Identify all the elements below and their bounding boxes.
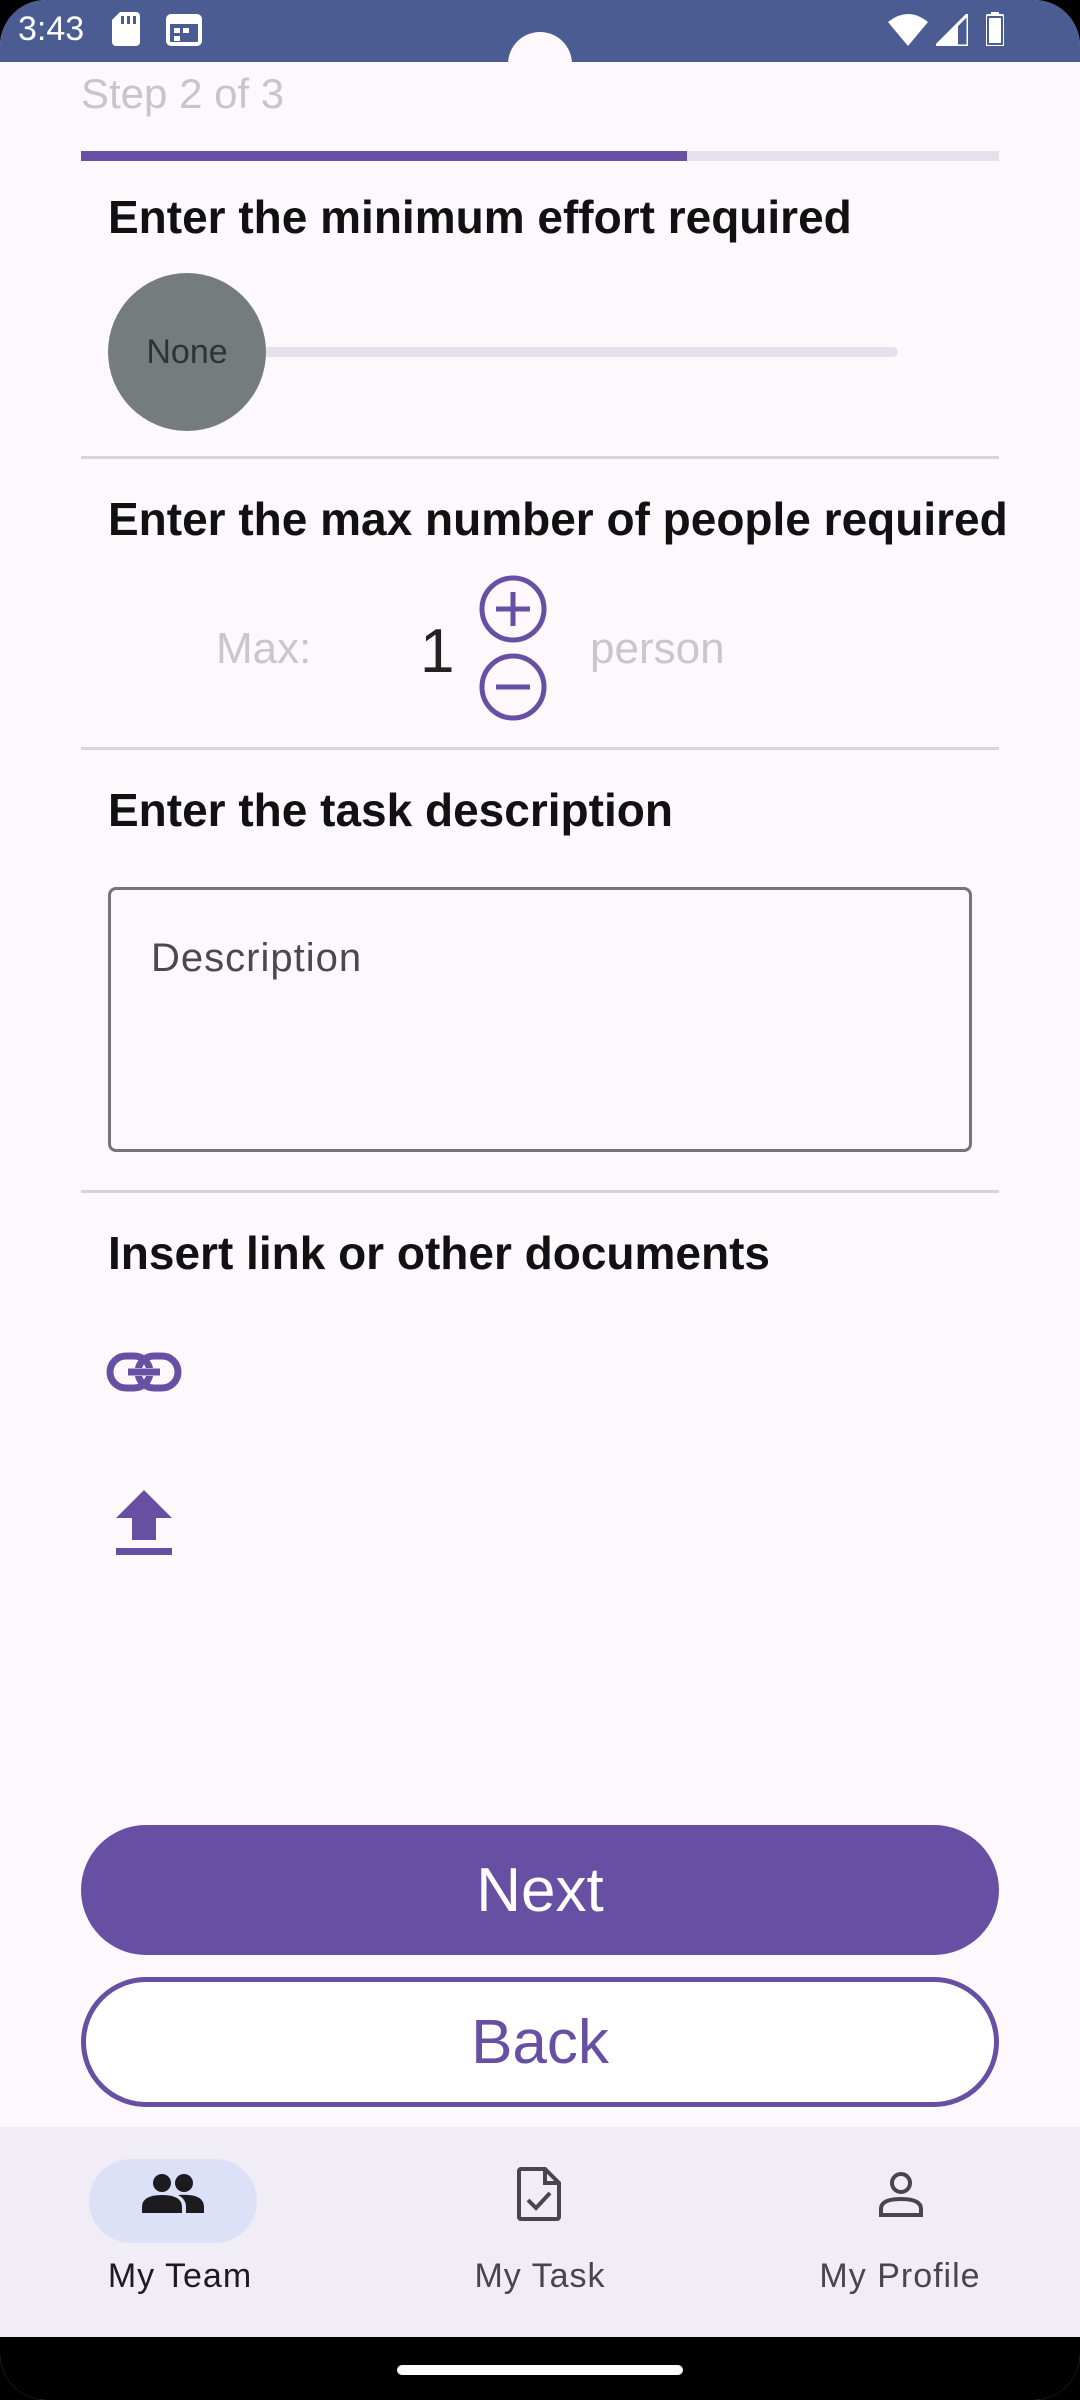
- effort-slider-thumb[interactable]: None: [108, 273, 266, 431]
- status-time: 3:43: [18, 10, 85, 48]
- nav-item-my-team[interactable]: My Team: [0, 2127, 360, 2337]
- sd-card-icon: [112, 12, 140, 46]
- nav-item-my-profile[interactable]: My Profile: [720, 2127, 1080, 2337]
- nav-label-my-task: My Task: [474, 2257, 606, 2295]
- plus-circle-icon[interactable]: [478, 574, 548, 644]
- effort-value-label: None: [146, 332, 228, 371]
- divider: [81, 1190, 999, 1193]
- wifi-icon: [888, 14, 928, 46]
- link-icon[interactable]: [106, 1352, 182, 1392]
- divider: [81, 456, 999, 459]
- next-button-label: Next: [476, 1855, 604, 1925]
- description-field[interactable]: [108, 887, 972, 1152]
- battery-icon: [986, 12, 1004, 46]
- next-button[interactable]: Next: [81, 1825, 999, 1955]
- description-input[interactable]: [111, 890, 969, 1149]
- description-section-title: Enter the task description: [108, 784, 673, 836]
- effort-section-title: Enter the minimum effort required: [108, 191, 852, 243]
- step-progress-bar: [81, 151, 999, 161]
- people-section-title: Enter the max number of people required: [108, 493, 1008, 545]
- nav-item-my-task[interactable]: My Task: [360, 2127, 720, 2337]
- nav-label-my-team: My Team: [107, 2257, 253, 2295]
- divider: [81, 747, 999, 750]
- step-progress-fill: [81, 151, 687, 161]
- bottom-nav: My Team My Task My Profile: [0, 2127, 1080, 2337]
- nav-label-my-profile: My Profile: [819, 2257, 981, 2295]
- unit-label: person: [590, 624, 725, 673]
- max-label: Max:: [216, 624, 312, 673]
- person-icon: [879, 2172, 923, 2217]
- back-button[interactable]: Back: [81, 1977, 999, 2107]
- people-icon: [142, 2174, 204, 2213]
- effort-slider-track[interactable]: [250, 347, 898, 357]
- max-people-value: 1: [420, 617, 455, 686]
- task-icon: [517, 2167, 561, 2221]
- attachments-section-title: Insert link or other documents: [108, 1227, 770, 1279]
- camera-cutout: [508, 32, 572, 96]
- screen: 3:43 Step 2 of 3 Enter the minimum effor…: [0, 0, 1080, 2400]
- home-gesture-handle[interactable]: [397, 2365, 683, 2375]
- minus-circle-icon[interactable]: [478, 652, 548, 722]
- calendar-icon: [166, 14, 202, 46]
- signal-icon: [936, 14, 968, 46]
- back-button-label: Back: [471, 2007, 609, 2077]
- gesture-bar: [0, 2337, 1080, 2400]
- upload-icon[interactable]: [116, 1490, 172, 1556]
- step-label: Step 2 of 3: [81, 70, 285, 117]
